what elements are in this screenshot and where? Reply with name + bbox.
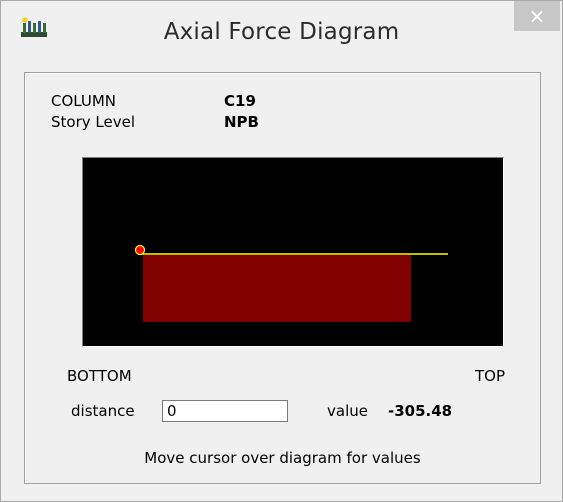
story-level-value: NPB [224, 113, 259, 131]
story-level-label: Story Level [51, 113, 135, 131]
bottom-label: BOTTOM [67, 367, 132, 385]
axial-force-region [143, 255, 411, 322]
close-icon: × [528, 4, 546, 28]
hint-text: Move cursor over diagram for values [144, 449, 421, 467]
value-label: value [327, 402, 368, 420]
distance-label: distance [71, 402, 135, 420]
column-value: C19 [224, 92, 256, 110]
axial-force-diagram-canvas[interactable] [82, 157, 504, 347]
axial-force-value: -305.48 [388, 402, 453, 420]
cursor-marker [134, 244, 146, 256]
top-label: TOP [474, 367, 505, 385]
window-title: Axial Force Diagram [163, 19, 400, 45]
distance-field[interactable]: 0 [162, 400, 288, 422]
title-bar[interactable]: Axial Force Diagram × [1, 1, 562, 65]
axial-force-diagram [134, 244, 448, 322]
close-button[interactable]: × [514, 1, 560, 31]
column-label: COLUMN [51, 92, 117, 110]
axial-force-dialog: Axial Force Diagram × COLUMN C19 Story L… [0, 0, 563, 502]
diagram-panel: COLUMN C19 Story Level NPB BOTTOM TOP di… [24, 72, 541, 484]
